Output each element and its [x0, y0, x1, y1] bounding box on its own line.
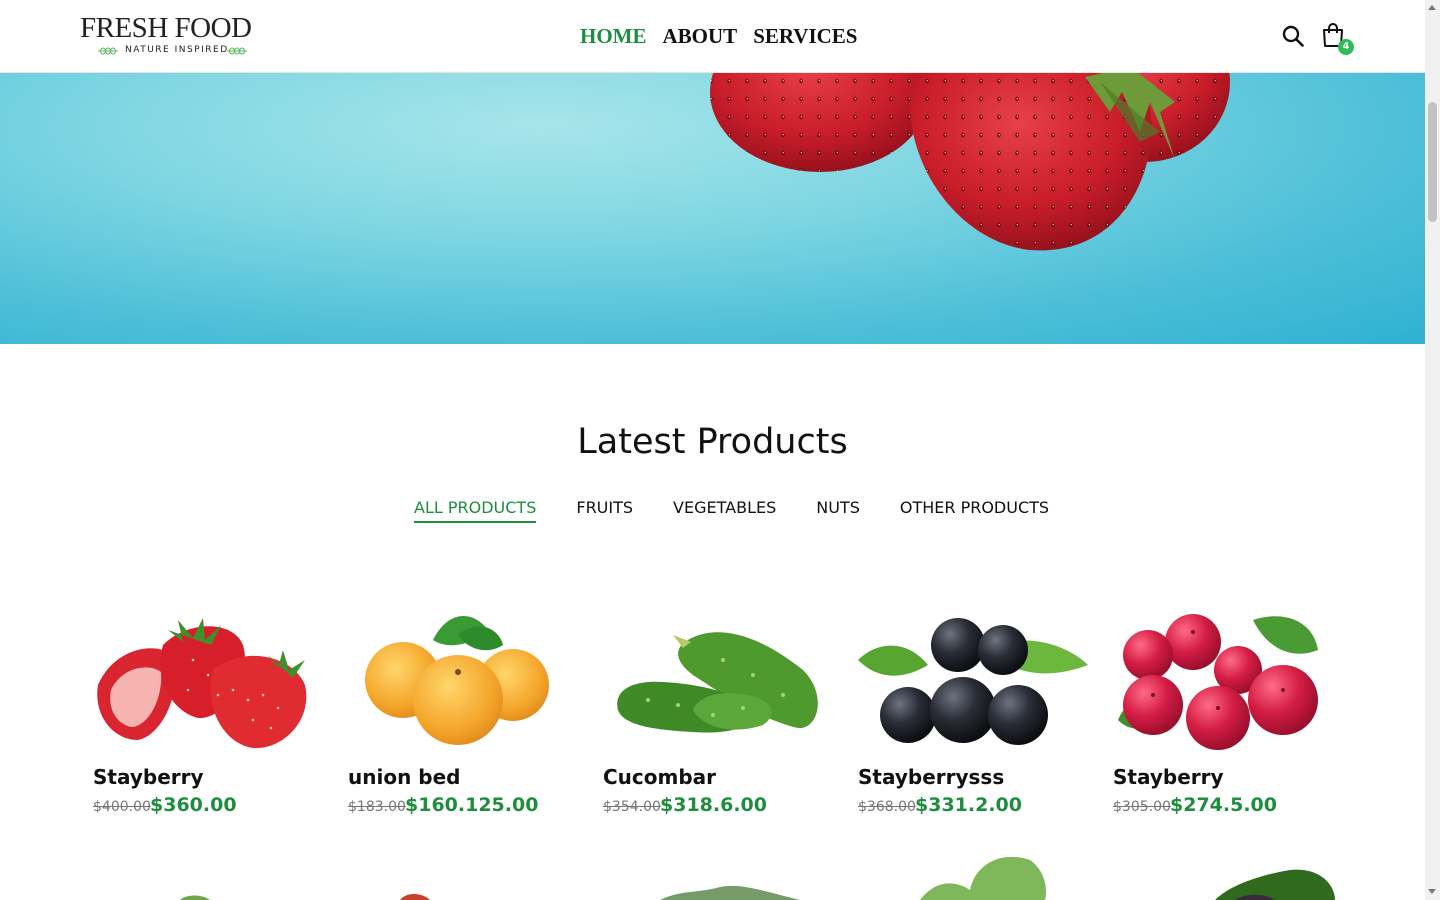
nav-about[interactable]: ABOUT [663, 24, 738, 49]
product-old-price: $400.00 [93, 799, 151, 815]
product-old-price: $354.00 [603, 799, 661, 815]
product-price: $160.125.00 [405, 794, 539, 816]
product-images-partial [180, 856, 1335, 900]
cucumbers-image [617, 632, 818, 733]
product-filter-tabs: ALL PRODUCTS FRUITS VEGETABLES NUTS OTHE… [414, 498, 1049, 523]
page: FRESH FOOD NATURE INSPIRED HOME ABOUT SE… [0, 0, 1425, 900]
product-card[interactable]: Cucombar $354.00 $318.6.00 [603, 600, 833, 830]
leaf-icon [98, 47, 118, 55]
tab-all-products[interactable]: ALL PRODUCTS [414, 498, 537, 523]
product-price: $274.5.00 [1170, 794, 1277, 816]
nav-services[interactable]: SERVICES [753, 24, 857, 49]
cart-button[interactable]: 4 [1321, 22, 1354, 56]
product-name: Stayberry [93, 765, 204, 789]
site-header: FRESH FOOD NATURE INSPIRED HOME ABOUT SE… [0, 0, 1425, 73]
logo-tagline: NATURE INSPIRED [125, 45, 229, 55]
scroll-down-arrow-icon[interactable] [1428, 889, 1436, 894]
apricots-image [365, 616, 549, 745]
cranberries-image [1118, 614, 1318, 750]
section-title: Latest Products [577, 422, 848, 462]
strawberries-image [97, 618, 307, 749]
product-price: $318.6.00 [660, 794, 767, 816]
vertical-scrollbar[interactable] [1425, 0, 1440, 900]
tab-nuts[interactable]: NUTS [816, 498, 860, 523]
hero-banner [0, 72, 1425, 344]
product-name: union bed [348, 765, 461, 789]
leaf-icon [227, 47, 247, 55]
product-grid: Stayberry $400.00 $360.00 union bed $183… [93, 600, 1343, 830]
main-nav: HOME ABOUT SERVICES [580, 24, 858, 49]
product-old-price: $368.00 [858, 799, 916, 815]
acai-berries-image [858, 618, 1088, 745]
strawberry-hero-image [710, 72, 1230, 251]
product-name: Stayberry [1113, 765, 1224, 789]
product-name: Stayberrysss [858, 765, 1005, 789]
product-old-price: $183.00 [348, 799, 406, 815]
product-price: $360.00 [150, 794, 237, 816]
product-name: Cucombar [603, 765, 717, 789]
tab-other-products[interactable]: OTHER PRODUCTS [900, 498, 1049, 523]
tab-vegetables[interactable]: VEGETABLES [673, 498, 776, 523]
cart-count-badge: 4 [1338, 39, 1354, 55]
logo[interactable]: FRESH FOOD NATURE INSPIRED [80, 12, 270, 60]
product-card[interactable]: Stayberry $305.00 $274.5.00 [1113, 600, 1343, 830]
scroll-up-arrow-icon[interactable] [1428, 5, 1436, 10]
nav-home[interactable]: HOME [580, 24, 647, 49]
product-card[interactable]: Stayberrysss $368.00 $331.2.00 [858, 600, 1088, 830]
logo-text: FRESH FOOD [80, 12, 252, 44]
product-card[interactable]: union bed $183.00 $160.125.00 [348, 600, 578, 830]
product-grid-row-2 [0, 845, 1425, 900]
product-price: $331.2.00 [915, 794, 1022, 816]
tab-fruits[interactable]: FRUITS [576, 498, 633, 523]
product-card[interactable]: Stayberry $400.00 $360.00 [93, 600, 323, 830]
search-icon[interactable] [1282, 25, 1304, 47]
scrollbar-thumb[interactable] [1428, 102, 1437, 222]
product-old-price: $305.00 [1113, 799, 1171, 815]
